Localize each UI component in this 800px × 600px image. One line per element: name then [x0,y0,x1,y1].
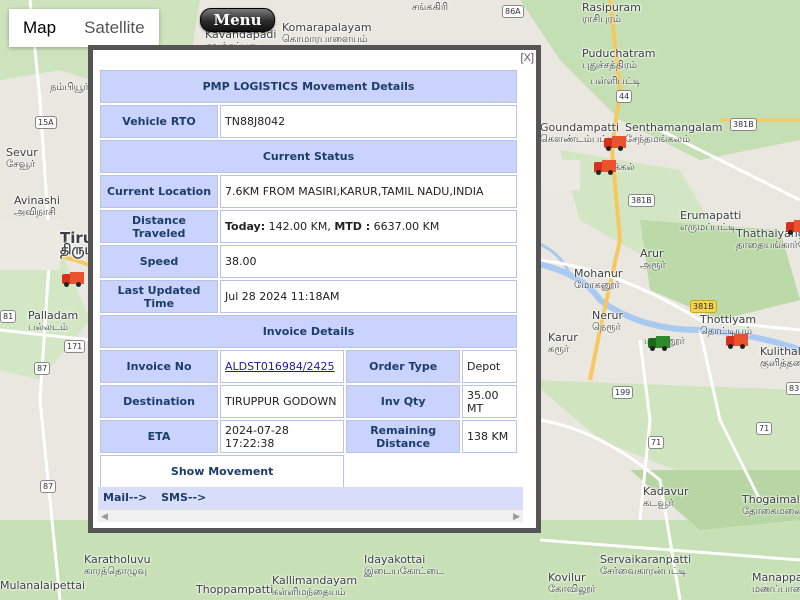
inv-qty-label: Inv Qty [346,385,460,418]
invoice-details-header: Invoice Details [100,315,517,348]
road-shield: 171 [64,340,86,353]
place-label: Idayakottai இடையகோட்டை [364,553,444,578]
distance-mtd-label: MTD : [334,220,371,233]
speed-value: 38.00 [220,245,517,278]
horizontal-scrollbar[interactable]: ◀ ▶ [98,509,523,522]
truck-marker-icon[interactable] [726,334,748,349]
truck-marker-icon[interactable] [786,220,800,235]
place-label: Avinashi அவிநாசி [14,194,60,219]
distance-today-value: 142.00 KM, [268,220,331,233]
road-shield: 381B [628,194,655,207]
place-label: Kadavur கடவூர் [643,485,689,510]
order-type-label: Order Type [346,350,460,383]
road-shield: 87 [34,362,51,375]
remaining-distance-value: 138 KM [461,420,517,453]
place-label: Arur அரூர் [640,247,666,272]
current-status-header: Current Status [100,140,517,173]
map-type-map-button[interactable]: Map [9,9,70,47]
place-label: Kulithalaiகுளித்தலை [760,345,800,370]
truck-marker-icon[interactable] [62,272,84,287]
place-label: Senthamangalam சேந்தமங்கலம் [625,121,723,146]
show-movement-button[interactable]: Show Movement [100,455,345,488]
invoice-no-link[interactable]: ALDST016984/2425 [225,360,335,373]
map-type-control: Map Satellite [9,9,159,47]
eta-value: 2024-07-28 17:22:38 [220,420,345,453]
place-label: Erumapatti எருமப்பட்டி [680,209,742,234]
map-type-satellite-button[interactable]: Satellite [70,9,158,47]
road-shield: 44 [616,90,633,103]
movement-details-table: PMP LOGISTICS Movement Details Vehicle R… [98,68,519,490]
road-shield: 71 [648,436,665,449]
last-updated-label: Last Updated Time [100,280,218,313]
place-label: Thoppampatti [196,583,274,596]
place-label: நம்பியூர் [50,82,89,93]
place-label: Kovilur கோவிலூர் [548,571,596,596]
scroll-left-icon[interactable]: ◀ [101,510,108,522]
distance-mtd-value: 6637.00 KM [373,220,440,233]
road-shield: 71 [756,422,773,435]
eta-label: ETA [100,420,218,453]
place-label: Mohanur மோகனூர் [574,267,623,292]
sms-link[interactable]: SMS--> [161,491,206,504]
road-shield: 381B [730,118,757,131]
menu-button[interactable]: Menu [200,8,275,32]
distance-traveled-label: Distance Traveled [100,210,218,243]
place-label: Karur கரூர் [548,331,578,356]
inv-qty-value: 35.00 MT [461,385,517,418]
vehicle-rto-label: Vehicle RTO [100,105,218,138]
empty-cell [346,455,517,488]
place-label: பள்ளிபட்டி [590,76,641,87]
truck-marker-icon[interactable] [594,160,616,175]
place-label: சங்ககிரி [412,2,449,13]
popup-title: PMP LOGISTICS Movement Details [100,70,517,103]
place-label: Manapparaiமணப்பாறை [752,571,800,596]
truck-marker-icon[interactable] [604,136,626,151]
road-shield: 15A [35,116,57,129]
place-label: Thogaimalaiதோகைமலை [742,493,800,518]
road-shield: 381B [690,300,717,313]
place-label: Komarapalayam கொமாரபாளையம் [282,21,372,46]
place-label: Puduchatram புதுச்சத்திரம் [582,47,656,72]
last-updated-value: Jul 28 2024 11:18AM [220,280,517,313]
invoice-no-cell: ALDST016984/2425 [220,350,345,383]
place-label: Sevur சேவூர் [6,146,38,171]
speed-label: Speed [100,245,218,278]
place-label: Palladam பல்லடம் [28,309,79,334]
place-label: Nerur நெரூர் [592,309,624,334]
road-shield: 81 [0,310,17,323]
mail-link[interactable]: Mail--> [103,491,147,504]
road-shield: 86A [502,5,524,18]
road-shield: 199 [612,386,634,399]
truck-marker-icon[interactable] [648,336,670,351]
popup-content[interactable]: PMP LOGISTICS Movement Details Vehicle R… [98,68,523,510]
place-label: Mulanalaipettai [0,579,85,592]
place-label: Rasipuram ராசிபுரம் [582,1,641,26]
distance-today-label: Today: [225,220,266,233]
close-button[interactable]: [X] [521,52,534,64]
distance-traveled-value: Today: 142.00 KM, MTD : 6637.00 KM [220,210,517,243]
notify-bar: Mail--> SMS--> [98,487,523,509]
road-shield: 83 [786,382,800,395]
order-type-value: Depot [461,350,517,383]
destination-value: TIRUPPUR GODOWN [220,385,345,418]
scroll-right-icon[interactable]: ▶ [513,510,520,522]
current-location-value: 7.6KM FROM MASIRI,KARUR,TAMIL NADU,INDIA [220,175,517,208]
road-shield: 87 [40,480,57,493]
place-label: Karatholuvu காரத்தொழுவு [84,553,151,578]
place-label: Servaikaranpatti சேர்வைகாரன்பட்டி [600,553,692,578]
current-location-label: Current Location [100,175,218,208]
place-label: Kallimandayam கள்ளிமந்தையம் [272,574,358,599]
destination-label: Destination [100,385,218,418]
remaining-distance-label: Remaining Distance [346,420,460,453]
invoice-no-label: Invoice No [100,350,218,383]
movement-details-popup: [X] PMP LOGISTICS Movement Details Vehic… [88,45,541,533]
vehicle-rto-value: TN88J8042 [220,105,517,138]
